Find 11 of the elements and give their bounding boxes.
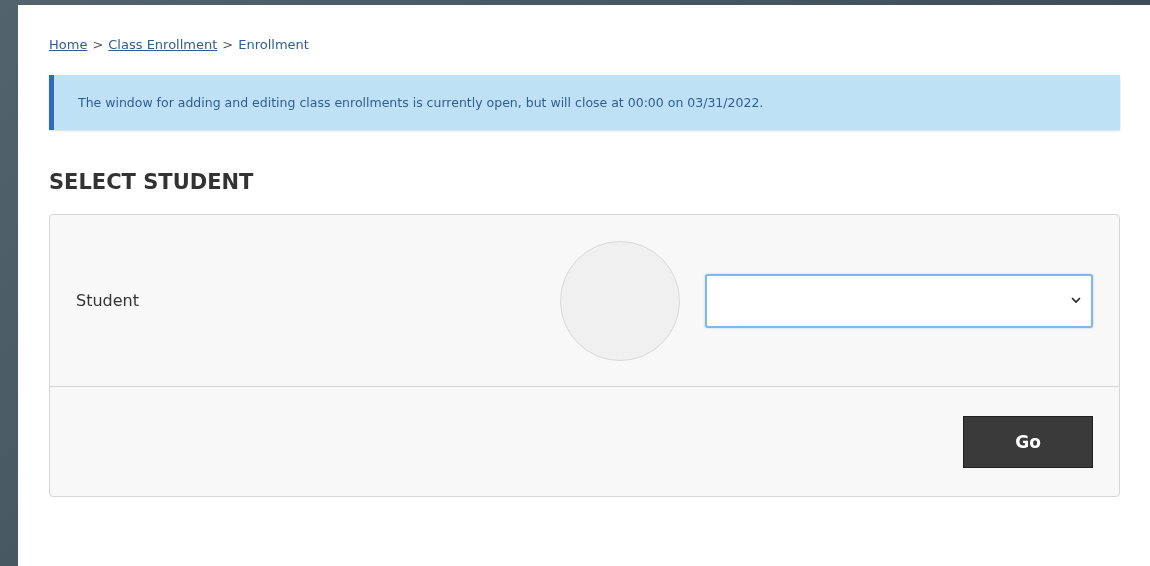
- breadcrumb-separator: >: [222, 36, 234, 52]
- go-button[interactable]: Go: [963, 415, 1093, 468]
- notice-banner: The window for adding and editing class enrollments is currently open, but will close at 00:00 on 03/31/2022.: [49, 75, 1120, 130]
- breadcrumb-separator: >: [92, 36, 104, 52]
- section-heading: SELECT STUDENT: [49, 170, 255, 196]
- field-label: Student: [76, 291, 140, 310]
- breadcrumb-current: Enrollment: [238, 36, 309, 52]
- student-select[interactable]: [705, 273, 1093, 328]
- chevron-down-icon: [1071, 297, 1081, 304]
- breadcrumb-link[interactable]: Class Enrollment: [108, 36, 218, 52]
- breadcrumb-link[interactable]: Home: [49, 36, 88, 52]
